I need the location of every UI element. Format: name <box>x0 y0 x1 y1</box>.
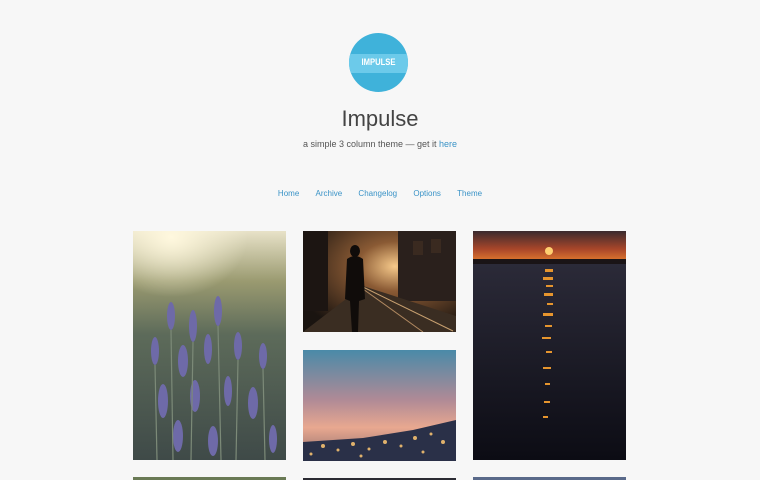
nav-home[interactable]: Home <box>278 189 299 198</box>
logo-text: IMPULSE <box>361 57 396 67</box>
nav-changelog[interactable]: Changelog <box>358 189 397 198</box>
tagline: a simple 3 column theme — get it here <box>0 139 760 149</box>
nav-archive[interactable]: Archive <box>316 189 343 198</box>
tagline-link[interactable]: here <box>439 139 457 149</box>
dusk-city-lights-image <box>303 350 456 461</box>
street-silhouette-image <box>303 231 456 332</box>
site-title[interactable]: Impulse <box>0 106 760 132</box>
sunset-water-photo[interactable] <box>473 231 626 460</box>
nav-options[interactable]: Options <box>413 189 441 198</box>
sunset-water-image <box>473 231 626 460</box>
street-silhouette-photo[interactable] <box>303 231 456 332</box>
lavender-image <box>133 231 286 460</box>
main-nav: Home Archive Changelog Options Theme <box>0 189 760 198</box>
nav-theme[interactable]: Theme <box>457 189 482 198</box>
tagline-text: a simple 3 column theme — get it <box>302 139 440 149</box>
logo[interactable]: IMPULSE <box>349 33 408 92</box>
lavender-photo[interactable] <box>133 231 286 460</box>
dusk-city-lights-photo[interactable] <box>303 350 456 461</box>
